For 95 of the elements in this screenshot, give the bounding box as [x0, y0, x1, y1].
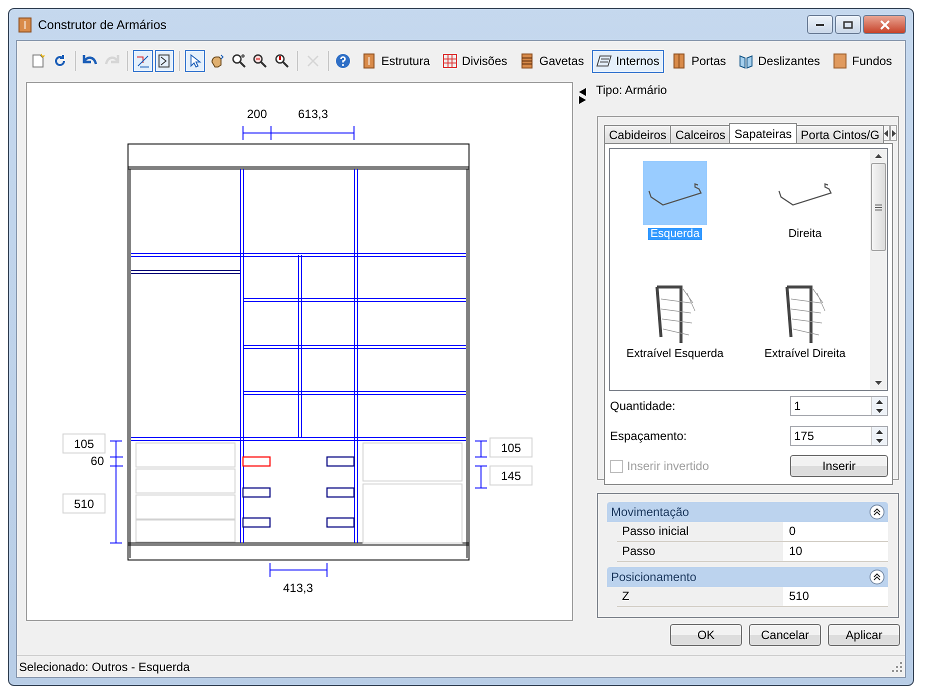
toolbar-button[interactable] [154, 50, 174, 72]
resize-grip-icon [892, 662, 902, 672]
category-button[interactable]: Divisões [438, 50, 512, 72]
category-button[interactable]: Portas [667, 50, 731, 72]
collapse-icon [869, 504, 885, 520]
collapse-icon [869, 569, 885, 585]
spin-down-button[interactable] [872, 406, 887, 415]
book-icon [738, 53, 754, 69]
insert-button[interactable]: Inserir [790, 455, 888, 477]
list-item[interactable]: Extraível Esquerda [610, 281, 740, 401]
down-arrow-icon [876, 438, 883, 442]
close-button[interactable] [863, 15, 906, 34]
tab-scroll-right[interactable] [890, 125, 898, 141]
scroll-thumb[interactable] [871, 163, 886, 251]
shoe-rack-shape[interactable] [242, 487, 271, 498]
category-button[interactable]: Fundos [828, 50, 898, 72]
spin-up-button[interactable] [872, 427, 887, 436]
door-icon [671, 53, 688, 69]
category-button[interactable]: Deslizantes [734, 50, 826, 72]
property-name: Passo inicial [621, 523, 690, 540]
shelf-icon [596, 53, 612, 69]
grid-icon [442, 53, 458, 69]
spin-box[interactable]: 175 [790, 426, 888, 446]
window-title: Construtor de Armários [38, 18, 168, 32]
property-name: Z [621, 588, 630, 605]
type-label: Tipo: Armário [595, 82, 668, 99]
splitter-arrows-icon[interactable] [578, 87, 586, 105]
property-category[interactable]: Movimentação [607, 502, 888, 522]
delete-icon [304, 53, 321, 69]
minimize-button[interactable] [807, 15, 833, 34]
shape-edit-icon [134, 53, 151, 69]
spin-up-button[interactable] [872, 397, 887, 406]
new-document-icon [30, 53, 46, 69]
dialog-button[interactable]: OK [670, 624, 742, 646]
dialog-button[interactable]: Aplicar [828, 624, 900, 646]
tab[interactable]: Cabideiros [604, 125, 672, 143]
item-label: Esquerda [648, 228, 702, 240]
panel-icon [832, 53, 848, 69]
dialog-button[interactable]: Cancelar [749, 624, 821, 646]
maximize-button[interactable] [835, 15, 861, 34]
close-icon [878, 20, 890, 30]
dimension-label: 613,3 [298, 107, 328, 121]
item-label: Extraível Direita [763, 348, 847, 360]
property-category[interactable]: Posicionamento [607, 567, 888, 587]
maximize-icon [843, 20, 853, 28]
spin-down-button[interactable] [872, 436, 887, 445]
up-arrow-icon [876, 400, 883, 404]
zoom-fit-icon [274, 53, 290, 69]
shoe-rack-shape[interactable] [326, 517, 355, 528]
scrollbar[interactable] [870, 149, 887, 390]
help-icon [335, 53, 352, 69]
up-arrow-icon [876, 430, 883, 434]
tab[interactable]: Calceiros [670, 125, 730, 143]
zoom-out-icon [252, 53, 268, 69]
item-label: Direita [787, 228, 823, 240]
property-name: Passo [621, 543, 656, 560]
shoe-rack-shape[interactable] [326, 456, 355, 467]
dimension-field[interactable]: 105 [62, 434, 106, 454]
category-button[interactable]: Internos [592, 50, 664, 72]
drawers-icon [519, 53, 536, 69]
property-value[interactable]: 510 [783, 587, 888, 606]
field-label: Espaçamento: [610, 429, 687, 443]
cabinet-icon [361, 53, 378, 69]
shoe-rack-shape[interactable] [326, 487, 355, 498]
spin-box[interactable]: 1 [790, 396, 888, 416]
property-value[interactable]: 10 [783, 542, 888, 561]
dimension-line [474, 466, 488, 488]
dimension-label: 60 [90, 454, 104, 468]
dimension-line [474, 440, 488, 458]
cabinet-icon [18, 16, 32, 32]
item-label: Extraível Esquerda [625, 348, 725, 360]
panel-icon [156, 53, 172, 69]
zoom-in-icon [230, 53, 247, 69]
minimize-icon [815, 22, 825, 26]
dimension-field[interactable]: 105 [490, 438, 532, 458]
dimension-label: 413,3 [282, 581, 314, 595]
toolbar-button[interactable] [185, 50, 205, 72]
dimension-line [270, 562, 328, 578]
category-button[interactable]: Gavetas [515, 50, 589, 72]
category-button[interactable]: Estrutura [357, 50, 435, 72]
status-text: Selecionado: Outros - Esquerda [19, 660, 190, 674]
toolbar-button[interactable] [132, 50, 153, 72]
grip-icon [875, 204, 882, 210]
left-arrow-icon [884, 130, 890, 136]
tab[interactable]: Sapateiras [729, 123, 797, 143]
list-item[interactable]: Direita [740, 161, 870, 281]
right-arrow-icon [891, 130, 896, 136]
dimension-label: 200 [246, 107, 268, 121]
down-arrow-icon [876, 408, 883, 412]
shoe-rack-shape[interactable] [242, 517, 271, 528]
dimension-field[interactable]: 145 [490, 466, 532, 486]
tab[interactable]: Porta Cintos/G [796, 125, 884, 143]
property-value[interactable]: 0 [783, 522, 888, 541]
dimension-field[interactable]: 510 [62, 494, 106, 514]
field-label: Quantidade: [610, 399, 676, 413]
